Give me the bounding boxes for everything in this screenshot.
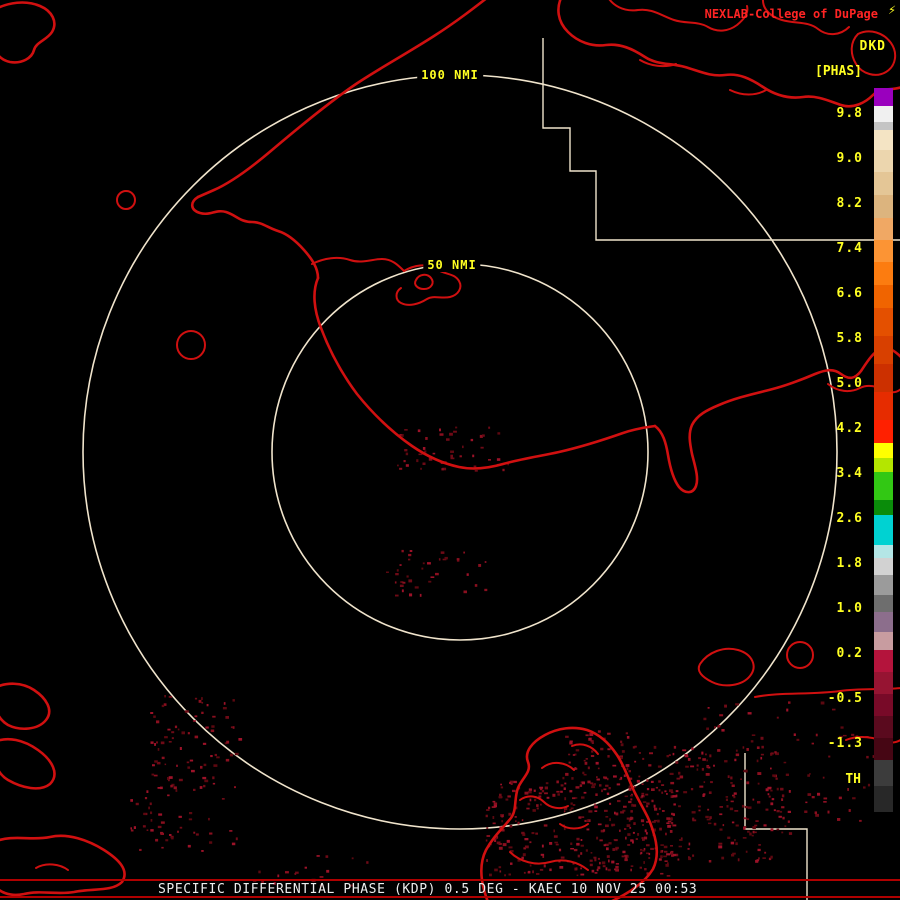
- colorbar-tick: -1.3: [827, 736, 863, 751]
- coastline-path: [190, 195, 320, 280]
- colorbar-band: [874, 218, 893, 240]
- footer-product-text: SPECIFIC DIFFERENTIAL PHASE (KDP) 0.5 DE…: [158, 882, 698, 897]
- colorbar-band: [874, 130, 893, 150]
- colorbar-band: [874, 738, 893, 760]
- colorbar-band: [874, 308, 893, 336]
- colorbar-tick: 7.4: [836, 241, 863, 256]
- colorbar-band: [874, 336, 893, 364]
- colorbar-tick: 1.8: [836, 556, 863, 571]
- coastline-path: [541, 762, 575, 771]
- coastline-path: [35, 863, 69, 871]
- colorbar-band: [874, 545, 893, 558]
- colorbar-band: [874, 285, 893, 308]
- threshold-label: TH: [845, 772, 861, 787]
- colorbar-band: [874, 364, 893, 392]
- range-ring-label-50: 50 NMI: [423, 258, 481, 272]
- radar-map: [0, 0, 900, 900]
- coastline-path: [697, 647, 755, 687]
- coastline-path: [311, 256, 405, 272]
- coastline-path: [519, 795, 569, 810]
- colorbar: [874, 88, 893, 812]
- colorbar-band: [874, 458, 893, 472]
- colorbar-band: [874, 650, 893, 672]
- station-id: DKD: [859, 39, 886, 54]
- coastline-circle: [116, 190, 136, 210]
- range-ring-50nmi: [271, 263, 649, 641]
- colorbar-band: [874, 500, 893, 515]
- colorbar-tick: 0.2: [836, 646, 863, 661]
- colorbar-tick: 9.8: [836, 106, 863, 121]
- colorbar-band: [874, 694, 893, 716]
- colorbar-band: [874, 392, 893, 420]
- colorbar-band: [874, 760, 893, 786]
- coastline-outlines: [0, 0, 900, 900]
- colorbar-tick: 9.0: [836, 151, 863, 166]
- coastline-circle: [176, 330, 206, 360]
- colorbar-band: [874, 122, 893, 130]
- colorbar-band: [874, 716, 893, 738]
- colorbar-band: [874, 262, 893, 285]
- product-code: [PHAS]: [815, 64, 862, 79]
- coastline-path: [313, 276, 657, 470]
- colorbar-band: [874, 420, 893, 443]
- coastline-path: [653, 346, 900, 494]
- colorbar-tick: -0.5: [827, 691, 863, 706]
- footer-divider-bottom: [0, 896, 900, 898]
- coastline-path: [0, 834, 126, 897]
- coastline-path: [729, 89, 767, 96]
- footer-divider-top: [0, 879, 900, 881]
- colorbar-band: [874, 632, 893, 650]
- colorbar-band: [874, 195, 893, 218]
- coastline-path: [0, 1, 56, 64]
- colorbar-band: [874, 595, 893, 612]
- colorbar-band: [874, 443, 893, 458]
- colorbar-band: [874, 672, 893, 694]
- colorbar-band: [874, 172, 893, 195]
- colorbar-tick: 6.6: [836, 286, 863, 301]
- colorbar-band: [874, 240, 893, 262]
- colorbar-band: [874, 575, 893, 595]
- colorbar-tick: 1.0: [836, 601, 863, 616]
- colorbar-band: [874, 558, 893, 575]
- coastline-path: [0, 737, 56, 790]
- colorbar-band: [874, 472, 893, 500]
- coastline-path: [196, 0, 487, 199]
- colorbar-tick: 4.2: [836, 421, 863, 436]
- colorbar-tick: 2.6: [836, 511, 863, 526]
- colorbar-tick: 3.4: [836, 466, 863, 481]
- site-title: NEXLAB-College of DuPage: [704, 7, 878, 21]
- colorbar-tick: 5.8: [836, 331, 863, 346]
- colorbar-band: [874, 515, 893, 545]
- colorbar-band: [874, 786, 893, 812]
- colorbar-tick: 8.2: [836, 196, 863, 211]
- coastline-path: [509, 851, 589, 871]
- coastline-path: [414, 273, 434, 290]
- colorbar-band: [874, 150, 893, 172]
- colorbar-tick: 5.0: [836, 376, 863, 391]
- lightning-icon: ⚡: [888, 3, 896, 18]
- radar-display: 100 NMI 50 NMI NEXLAB-College of DuPage …: [0, 0, 900, 900]
- coastline-circle: [786, 641, 814, 669]
- range-ring-label-100: 100 NMI: [417, 68, 483, 82]
- coastline-path: [0, 682, 51, 730]
- colorbar-band: [874, 612, 893, 632]
- colorbar-band: [874, 106, 893, 122]
- colorbar-band: [874, 88, 893, 106]
